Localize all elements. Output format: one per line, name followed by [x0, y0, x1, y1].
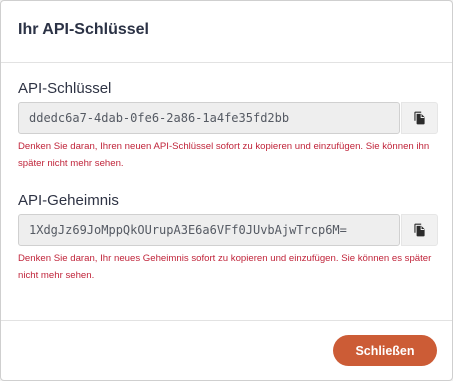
api-secret-row: 1XdgJz69JoMppQkOUrupA3E6a6VFf0JUvbAjwTrc…	[18, 214, 438, 246]
api-key-row: ddedc6a7-4dab-0fe6-2a86-1a4fe35fd2bb	[18, 102, 438, 134]
api-key-label: API-Schlüssel	[18, 80, 112, 97]
api-secret-field[interactable]: 1XdgJz69JoMppQkOUrupA3E6a6VFf0JUvbAjwTrc…	[18, 214, 400, 246]
api-key-section: API-Schlüssel ddedc6a7-4dab-0fe6-2a86-1a…	[18, 79, 438, 172]
api-secret-label: API-Geheimnis	[18, 192, 119, 209]
copy-icon	[414, 223, 425, 237]
api-key-warning: Denken Sie daran, Ihren neuen API-Schlüs…	[18, 141, 430, 169]
api-key-field[interactable]: ddedc6a7-4dab-0fe6-2a86-1a4fe35fd2bb	[18, 102, 400, 134]
api-secret-section: API-Geheimnis 1XdgJz69JoMppQkOUrupA3E6a6…	[18, 191, 438, 284]
dialog-header: Ihr API-Schlüssel	[1, 1, 452, 63]
copy-api-secret-button[interactable]	[401, 214, 438, 246]
api-secret-warning: Denken Sie daran, Ihr neues Geheimnis so…	[18, 253, 432, 281]
dialog-title: Ihr API-Schlüssel	[18, 21, 149, 38]
copy-api-key-button[interactable]	[401, 102, 438, 134]
close-button[interactable]: Schließen	[333, 335, 437, 366]
dialog-footer: Schließen	[1, 320, 452, 380]
api-key-dialog: Ihr API-Schlüssel API-Schlüssel ddedc6a7…	[0, 0, 453, 381]
copy-icon	[414, 111, 425, 125]
